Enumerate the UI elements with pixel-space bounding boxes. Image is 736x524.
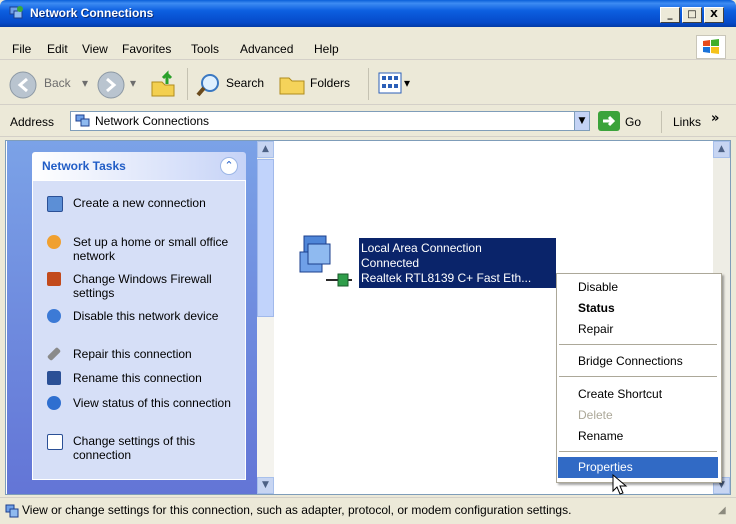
- network-connections-icon: [75, 114, 91, 128]
- scroll-down-icon[interactable]: ▼: [257, 477, 274, 494]
- status-icon: [47, 396, 61, 410]
- task-disable-device[interactable]: Disable this network device: [47, 309, 237, 339]
- toolbar-separator: [368, 68, 369, 100]
- go-arrow-icon[interactable]: [598, 111, 620, 131]
- task-pane: Network Tasks ⌃ Create a new connection …: [7, 141, 257, 494]
- task-rename[interactable]: Rename this connection: [47, 371, 237, 387]
- toolbar-separator: [187, 68, 188, 100]
- menu-item-create-shortcut[interactable]: Create Shortcut: [558, 384, 718, 405]
- disable-device-icon: [47, 309, 61, 323]
- task-pane-scrollbar[interactable]: ▲ ▼: [257, 141, 274, 494]
- menu-item-status[interactable]: Status: [558, 298, 718, 319]
- menu-advanced[interactable]: Advanced: [240, 42, 293, 56]
- network-status-icon: [5, 504, 19, 518]
- connection-status: Connected: [361, 256, 420, 270]
- back-button-label[interactable]: Back: [44, 76, 71, 90]
- title-bar[interactable]: Network Connections _ □ X: [0, 0, 736, 27]
- address-dropdown-button[interactable]: ▼: [574, 111, 590, 131]
- task-view-status[interactable]: View status of this connection: [47, 396, 237, 426]
- address-bar: Address Network Connections ▼ Go Links »: [0, 108, 736, 137]
- connection-name: Local Area Connection: [361, 241, 482, 255]
- network-tasks-title: Network Tasks: [42, 159, 126, 173]
- menu-separator: [559, 344, 717, 345]
- windows-logo-icon: [696, 35, 726, 59]
- home-network-icon: [47, 235, 61, 249]
- menu-favorites[interactable]: Favorites: [122, 42, 171, 56]
- task-create-connection[interactable]: Create a new connection: [47, 196, 237, 226]
- menu-separator: [559, 376, 717, 377]
- scroll-up-icon[interactable]: ▲: [713, 141, 730, 158]
- menu-help[interactable]: Help: [314, 42, 339, 56]
- views-icon[interactable]: [378, 72, 402, 94]
- menu-separator: [559, 451, 717, 452]
- minimize-button[interactable]: _: [660, 7, 680, 23]
- menu-tools[interactable]: Tools: [191, 42, 219, 56]
- links-label[interactable]: Links: [673, 115, 701, 129]
- network-tasks-list: Create a new connection Set up a home or…: [32, 180, 246, 480]
- collapse-chevron-icon[interactable]: ⌃: [220, 157, 238, 175]
- folders-button-label[interactable]: Folders: [310, 76, 350, 90]
- views-dropdown-icon[interactable]: ▾: [404, 76, 410, 90]
- context-menu: Disable Status Repair Bridge Connections…: [556, 273, 722, 483]
- status-text: View or change settings for this connect…: [22, 503, 572, 517]
- menu-file[interactable]: File: [12, 42, 31, 56]
- search-icon[interactable]: [196, 72, 222, 98]
- menu-item-rename[interactable]: Rename: [558, 426, 718, 447]
- forward-arrow-icon[interactable]: [96, 70, 126, 100]
- menu-item-disable[interactable]: Disable: [558, 277, 718, 298]
- settings-icon: [47, 434, 63, 450]
- resize-grip-icon[interactable]: ◢: [718, 505, 726, 516]
- menu-item-properties[interactable]: Properties: [558, 457, 718, 478]
- scroll-up-icon[interactable]: ▲: [257, 141, 274, 158]
- mouse-cursor-icon: [612, 473, 628, 496]
- menu-item-repair[interactable]: Repair: [558, 319, 718, 340]
- menu-view[interactable]: View: [82, 42, 108, 56]
- maximize-button[interactable]: □: [682, 7, 702, 23]
- window-title: Network Connections: [30, 6, 154, 20]
- address-label: Address: [10, 115, 55, 129]
- firewall-icon: [47, 272, 61, 286]
- network-tasks-header[interactable]: Network Tasks ⌃: [32, 152, 246, 180]
- forward-dropdown-icon[interactable]: ▾: [130, 76, 136, 90]
- close-button[interactable]: X: [704, 7, 724, 23]
- status-bar: View or change settings for this connect…: [0, 497, 736, 524]
- folders-icon[interactable]: [278, 72, 306, 96]
- address-separator: [661, 111, 662, 133]
- back-dropdown-icon[interactable]: ▾: [82, 76, 88, 90]
- go-button-label[interactable]: Go: [625, 115, 641, 129]
- task-repair[interactable]: Repair this connection: [46, 346, 237, 363]
- back-arrow-icon[interactable]: [8, 70, 38, 100]
- menu-bar: File Edit View Favorites Tools Advanced …: [0, 35, 736, 60]
- search-button-label[interactable]: Search: [226, 76, 264, 90]
- menu-item-delete: Delete: [578, 408, 613, 422]
- address-value: Network Connections: [95, 114, 210, 128]
- repair-icon: [46, 346, 62, 362]
- lan-connection-label[interactable]: Local Area Connection Connected Realtek …: [359, 238, 556, 288]
- network-connections-icon: [8, 5, 24, 21]
- lan-connection-icon[interactable]: [296, 230, 356, 294]
- task-pane-scroll-thumb[interactable]: [257, 159, 274, 317]
- toolbar: Back ▾ ▾ Search Folders ▾: [0, 64, 736, 105]
- address-input[interactable]: Network Connections: [70, 111, 590, 131]
- connection-device: Realtek RTL8139 C+ Fast Eth...: [361, 271, 532, 285]
- menu-item-bridge-connections[interactable]: Bridge Connections: [558, 351, 718, 372]
- task-firewall[interactable]: Change Windows Firewall settings: [47, 272, 237, 302]
- rename-icon: [47, 371, 61, 385]
- links-chevron-icon[interactable]: »: [711, 111, 719, 126]
- new-connection-icon: [47, 196, 63, 212]
- task-home-network[interactable]: Set up a home or small office network: [47, 235, 237, 265]
- up-folder-icon[interactable]: [148, 70, 178, 98]
- task-change-settings[interactable]: Change settings of this connection: [47, 434, 237, 464]
- menu-edit[interactable]: Edit: [47, 42, 68, 56]
